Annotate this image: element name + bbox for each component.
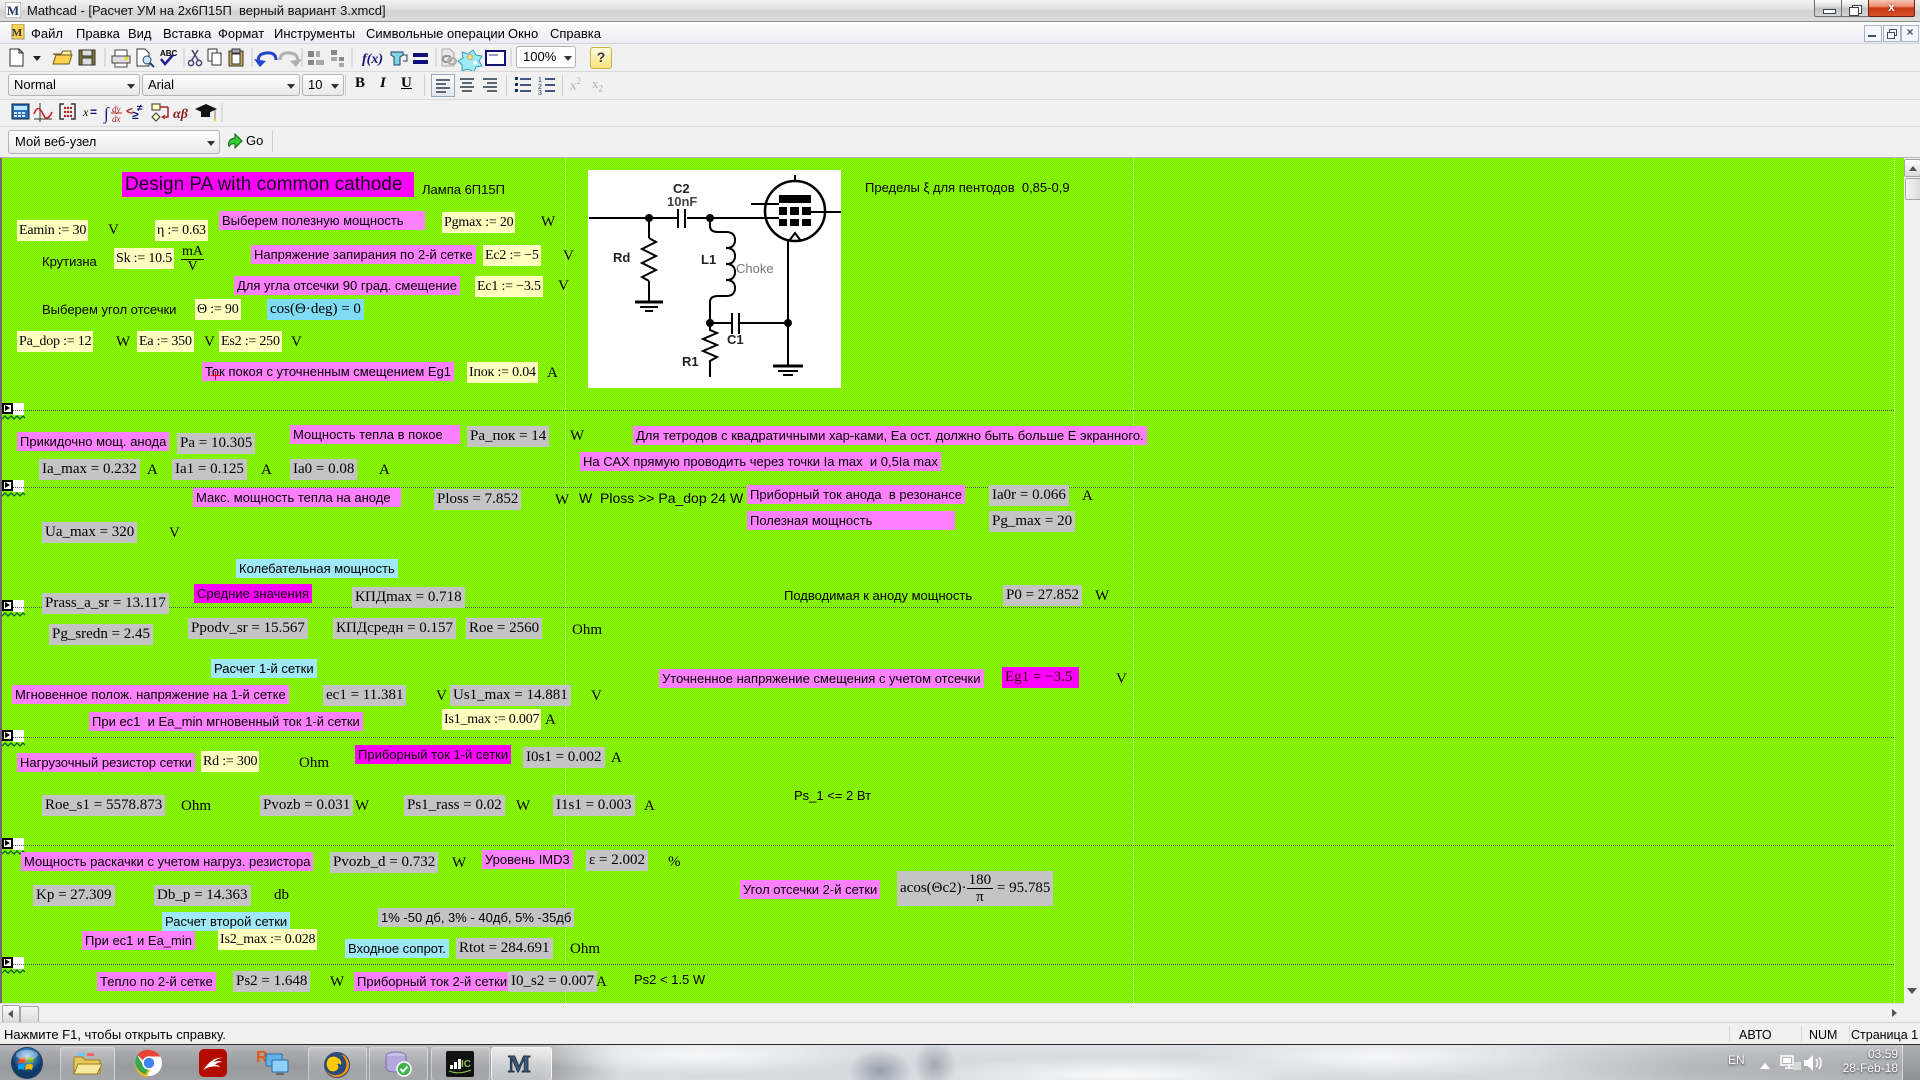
svg-text:αβ: αβ [173,107,189,122]
svg-text:3: 3 [538,90,542,95]
svg-text:M: M [12,27,23,39]
svg-text:Choke: Choke [736,261,774,276]
svg-text:Rd: Rd [613,250,630,265]
svg-text:1: 1 [538,77,542,84]
svg-text:≠: ≠ [137,103,143,114]
svg-text:IC: IC [461,1059,471,1070]
svg-text:f(x): f(x) [362,52,383,67]
svg-text:C1: C1 [727,332,744,347]
svg-text:=: = [90,105,97,119]
svg-text:ABC: ABC [160,49,178,58]
svg-text:dx: dx [112,114,121,124]
svg-text:M: M [508,1052,531,1078]
svg-text:L1: L1 [701,252,716,267]
svg-text:M: M [7,3,19,18]
svg-text:x: x [82,105,89,119]
svg-text:∫: ∫ [103,104,110,124]
svg-text:10nF: 10nF [667,194,697,209]
svg-text:R1: R1 [682,354,699,369]
